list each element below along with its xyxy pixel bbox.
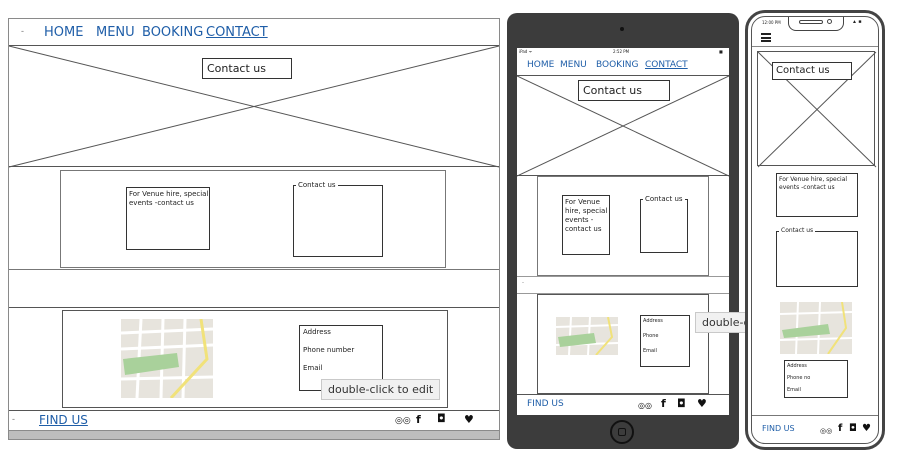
- hero-title-box: Contact us: [202, 58, 292, 79]
- phone-venue-text: For Venue hire, special events -contact …: [779, 176, 848, 191]
- tablet-venue-text: For Venue hire, special events -contact …: [565, 198, 608, 233]
- tablet-nav-booking[interactable]: BOOKING: [596, 60, 638, 70]
- phone-footer: FIND US ◎◎ f ◘ ♥: [752, 415, 878, 443]
- phone-hero-placeholder: Contact us: [757, 51, 877, 168]
- phone-contact-form[interactable]: Contact us: [776, 227, 858, 287]
- tablet-instagram-icon[interactable]: ◘: [677, 398, 686, 410]
- contact-inner-box: For Venue hire, special events -contact …: [60, 170, 446, 268]
- nav-menu-link[interactable]: MENU: [96, 25, 135, 40]
- tablet-venue-box: For Venue hire, special events -contact …: [562, 195, 610, 255]
- tablet-contact-section: For Venue hire, special events -contact …: [537, 176, 709, 276]
- tablet-empty-band: -: [517, 276, 729, 294]
- tablet-hero-placeholder: Contact us: [517, 75, 729, 177]
- phone-map-image[interactable]: [780, 302, 852, 354]
- tablet-map-section: Address Phone Email: [537, 294, 709, 394]
- phone-map-streets: [780, 302, 852, 354]
- nav-dot: -: [21, 26, 24, 36]
- empty-band: [9, 270, 499, 308]
- tablet-frame: iPad ᯤ 2:52 PM ■ HOME MENU BOOKING CONTA…: [507, 13, 759, 449]
- tablet-battery-icon: ■: [719, 49, 723, 54]
- tablet-nav: HOME MENU BOOKING CONTACT: [517, 56, 729, 76]
- tablet-twitter-icon[interactable]: ♥: [697, 398, 707, 410]
- tablet-info-box: Address Phone Email: [640, 315, 690, 367]
- venue-text: For Venue hire, special events -contact …: [129, 190, 209, 207]
- footer-find-us-link[interactable]: FIND US: [39, 413, 88, 427]
- desktop-nav: - HOME MENU BOOKING CONTACT: [9, 19, 499, 46]
- phone-status-time: 12:00 PM: [762, 20, 781, 25]
- info-address: Address: [303, 328, 331, 336]
- horizontal-scrollbar[interactable]: [9, 430, 499, 439]
- phone-hero-title-box: Contact us: [772, 62, 852, 80]
- tablet-info-phone: Phone: [643, 333, 659, 339]
- contact-form-fieldset[interactable]: Contact us: [293, 181, 383, 257]
- phone-frame: 12:00 PM ▲ ■ Contact us For Venue hire, …: [745, 10, 885, 450]
- phone-hero-title: Contact us: [776, 65, 830, 76]
- venue-text-box: For Venue hire, special events -contact …: [126, 187, 210, 250]
- phone-footer-find-us[interactable]: FIND US: [762, 424, 795, 433]
- phone-info-email: Email: [787, 387, 801, 393]
- info-phone: Phone number: [303, 346, 355, 354]
- tablet-nav-menu[interactable]: MENU: [560, 60, 587, 70]
- tablet-form-legend: Contact us: [643, 195, 685, 203]
- phone-facebook-icon[interactable]: f: [838, 423, 842, 435]
- tablet-footer: FIND US ◎◎ f ◘ ♥: [517, 394, 729, 415]
- instagram-icon[interactable]: ◘: [437, 413, 446, 425]
- nav-home-link[interactable]: HOME: [44, 25, 83, 40]
- phone-info-phone: Phone no: [787, 375, 811, 381]
- phone-inner-frame: 12:00 PM ▲ ■ Contact us For Venue hire, …: [751, 16, 879, 444]
- tablet-map-image[interactable]: [556, 317, 618, 355]
- map-image[interactable]: [121, 319, 213, 398]
- tablet-nav-home[interactable]: HOME: [527, 60, 554, 70]
- phone-venue-box: For Venue hire, special events -contact …: [776, 173, 858, 217]
- tablet-info-email: Email: [643, 348, 657, 354]
- phone-form-legend: Contact us: [779, 227, 816, 234]
- tablet-status-bar: iPad ᯤ 2:52 PM ■: [517, 48, 729, 56]
- tablet-status-left: iPad ᯤ: [519, 49, 533, 54]
- info-email: Email: [303, 364, 323, 372]
- phone-tripadvisor-icon[interactable]: ◎◎: [820, 425, 832, 437]
- phone-status-icons: ▲ ■: [852, 19, 862, 25]
- nav-booking-link[interactable]: BOOKING: [142, 25, 203, 40]
- nav-contact-link[interactable]: CONTACT: [206, 25, 268, 40]
- map-section: Address Phone number Email double-click …: [9, 308, 499, 410]
- desktop-footer: - FIND US ◎◎ f ◘ ♥: [9, 410, 499, 430]
- hamburger-icon[interactable]: [761, 33, 771, 42]
- phone-info-box: Address Phone no Email: [784, 360, 848, 398]
- phone-notch: [788, 17, 844, 31]
- contact-form-legend: Contact us: [296, 181, 338, 189]
- phone-nav-divider: [752, 46, 878, 47]
- contact-section: For Venue hire, special events -contact …: [9, 168, 499, 270]
- tripadvisor-icon[interactable]: ◎◎: [395, 415, 411, 427]
- tablet-screen: iPad ᯤ 2:52 PM ■ HOME MENU BOOKING CONTA…: [517, 48, 729, 415]
- map-streets: [121, 319, 213, 398]
- tablet-tripadvisor-icon[interactable]: ◎◎: [638, 400, 652, 412]
- facebook-icon[interactable]: f: [416, 414, 421, 426]
- phone-speaker: [799, 20, 823, 24]
- edit-tooltip: double-click to edit: [321, 379, 441, 400]
- tablet-map-streets: [556, 317, 618, 355]
- desktop-wireframe: - HOME MENU BOOKING CONTACT Contact us F…: [8, 18, 500, 440]
- phone-camera: [827, 19, 832, 24]
- tablet-hero-title: Contact us: [583, 84, 642, 97]
- tablet-camera: [620, 27, 624, 31]
- hero-image-placeholder: Contact us: [8, 45, 500, 168]
- tablet-home-button-inner: [618, 428, 626, 436]
- tablet-facebook-icon[interactable]: f: [661, 398, 666, 410]
- twitter-icon[interactable]: ♥: [464, 414, 474, 426]
- hero-title: Contact us: [207, 62, 266, 75]
- tablet-footer-find-us[interactable]: FIND US: [527, 399, 564, 409]
- map-inner-box: Address Phone number Email double-click …: [62, 310, 448, 408]
- phone-info-address: Address: [787, 363, 807, 369]
- tablet-contact-form[interactable]: Contact us: [640, 195, 688, 253]
- footer-dot: -: [12, 414, 15, 424]
- tablet-status-time: 2:52 PM: [613, 49, 630, 54]
- phone-twitter-icon[interactable]: ♥: [862, 423, 871, 435]
- tablet-band-dot: -: [522, 280, 524, 286]
- tablet-info-address: Address: [643, 318, 663, 324]
- tablet-nav-contact[interactable]: CONTACT: [645, 60, 688, 70]
- tablet-hero-title-box: Contact us: [578, 80, 670, 101]
- tablet-home-button[interactable]: [610, 420, 634, 444]
- phone-instagram-icon[interactable]: ◘: [849, 423, 857, 435]
